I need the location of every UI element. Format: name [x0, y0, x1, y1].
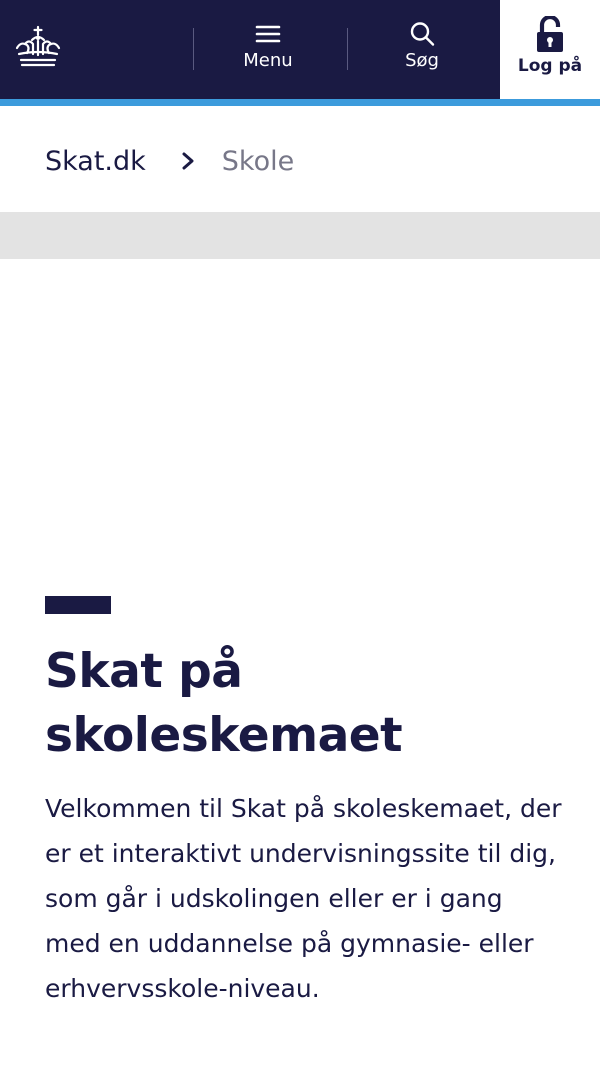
hamburger-icon [255, 25, 281, 43]
breadcrumb-current: Skole [221, 145, 295, 177]
intro-text: Velkommen til Skat på skoleskemaet, der … [45, 794, 562, 1003]
header-accent-line [0, 99, 600, 106]
top-navigation-bar: Menu Søg Log på [0, 0, 600, 100]
search-label: Søg [405, 50, 439, 71]
nav-divider [347, 28, 348, 70]
nav-divider [193, 28, 194, 70]
unlocked-padlock-icon [537, 16, 563, 52]
login-button[interactable]: Log på [500, 0, 600, 99]
breadcrumb-home-link[interactable]: Skat.dk [45, 146, 146, 177]
search-button[interactable]: Søg [377, 20, 467, 80]
breadcrumb: Skat.dk Skole [45, 140, 294, 182]
page-title: Skat på skoleskemaet [45, 644, 403, 763]
search-icon [410, 22, 435, 46]
grey-band [0, 212, 600, 259]
crown-icon [15, 25, 61, 67]
login-label: Log på [517, 56, 583, 76]
menu-label: Menu [243, 50, 293, 71]
chevron-right-icon [182, 152, 194, 170]
menu-button[interactable]: Menu [220, 20, 316, 80]
heading-accent-bar [45, 596, 111, 614]
